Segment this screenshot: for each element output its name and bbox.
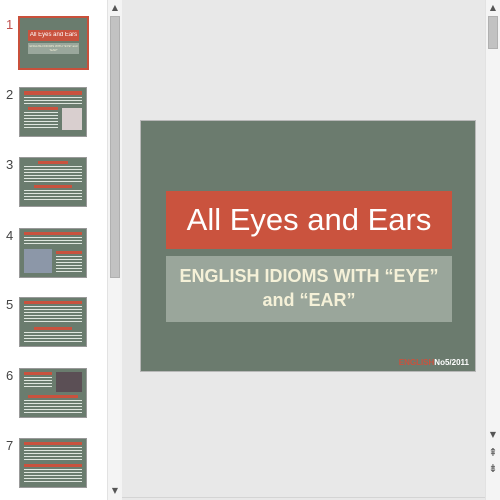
slide-thumbnail-5[interactable]: 5 [0,297,107,357]
slide-number: 6 [6,368,14,383]
previous-slide-icon[interactable]: ⇞ [486,446,500,460]
divider [122,497,485,498]
scroll-down-icon[interactable]: ▼ [486,428,500,442]
slide-thumbnail-7[interactable]: 7 [0,438,107,498]
slide-footer: ENGLISHNo5/2011 [399,358,469,367]
slide-number: 7 [6,438,14,453]
thumbnail-preview [19,297,87,347]
thumbnail-scrollbar[interactable]: ▲ ▼ [107,0,122,500]
slide-thumbnail-3[interactable]: 3 [0,157,107,217]
slide-thumbnail-4[interactable]: 4 [0,228,107,288]
slide-subtitle[interactable]: ENGLISH IDIOMS WITH “EYE” and “EAR” [166,256,452,322]
footer-brand: ENGLISH [398,358,435,367]
thumbnail-preview [19,368,87,418]
thumbnail-preview [19,438,87,488]
slide-thumbnail-panel: 1 All Eyes and Ears ENGLISH IDIOMS WITH … [0,0,107,500]
scrollbar-thumb[interactable] [110,16,120,278]
thumbnail-preview [19,157,87,207]
subtitle-line-2: and “EAR” [262,290,356,310]
slide-scrollbar[interactable]: ▲ ▼ ⇞ ⇟ [485,0,500,500]
subtitle-line-1: ENGLISH IDIOMS WITH “EYE” [179,266,439,286]
next-slide-icon[interactable]: ⇟ [486,462,500,476]
thumbnail-preview [19,228,87,278]
slide-number: 5 [6,297,14,312]
slide-thumbnail-6[interactable]: 6 [0,368,107,428]
thumbnail-preview [19,87,87,137]
slide-number: 3 [6,157,14,172]
thumbnail-preview: All Eyes and Ears ENGLISH IDIOMS WITH "E… [18,16,89,70]
current-slide[interactable]: All Eyes and Ears ENGLISH IDIOMS WITH “E… [140,120,476,372]
slide-thumbnail-2[interactable]: 2 [0,87,107,147]
slide-number: 4 [6,228,14,243]
scrollbar-thumb[interactable] [488,16,498,49]
slide-thumbnail-1[interactable]: 1 All Eyes and Ears ENGLISH IDIOMS WITH … [0,16,107,77]
slide-number: 2 [6,87,14,102]
scroll-up-icon[interactable]: ▲ [486,1,500,15]
footer-issue: No5/2011 [434,358,469,367]
slide-title[interactable]: All Eyes and Ears [166,191,452,249]
scroll-down-icon[interactable]: ▼ [108,484,122,498]
scroll-up-icon[interactable]: ▲ [108,1,122,15]
slide-number: 1 [6,17,14,32]
